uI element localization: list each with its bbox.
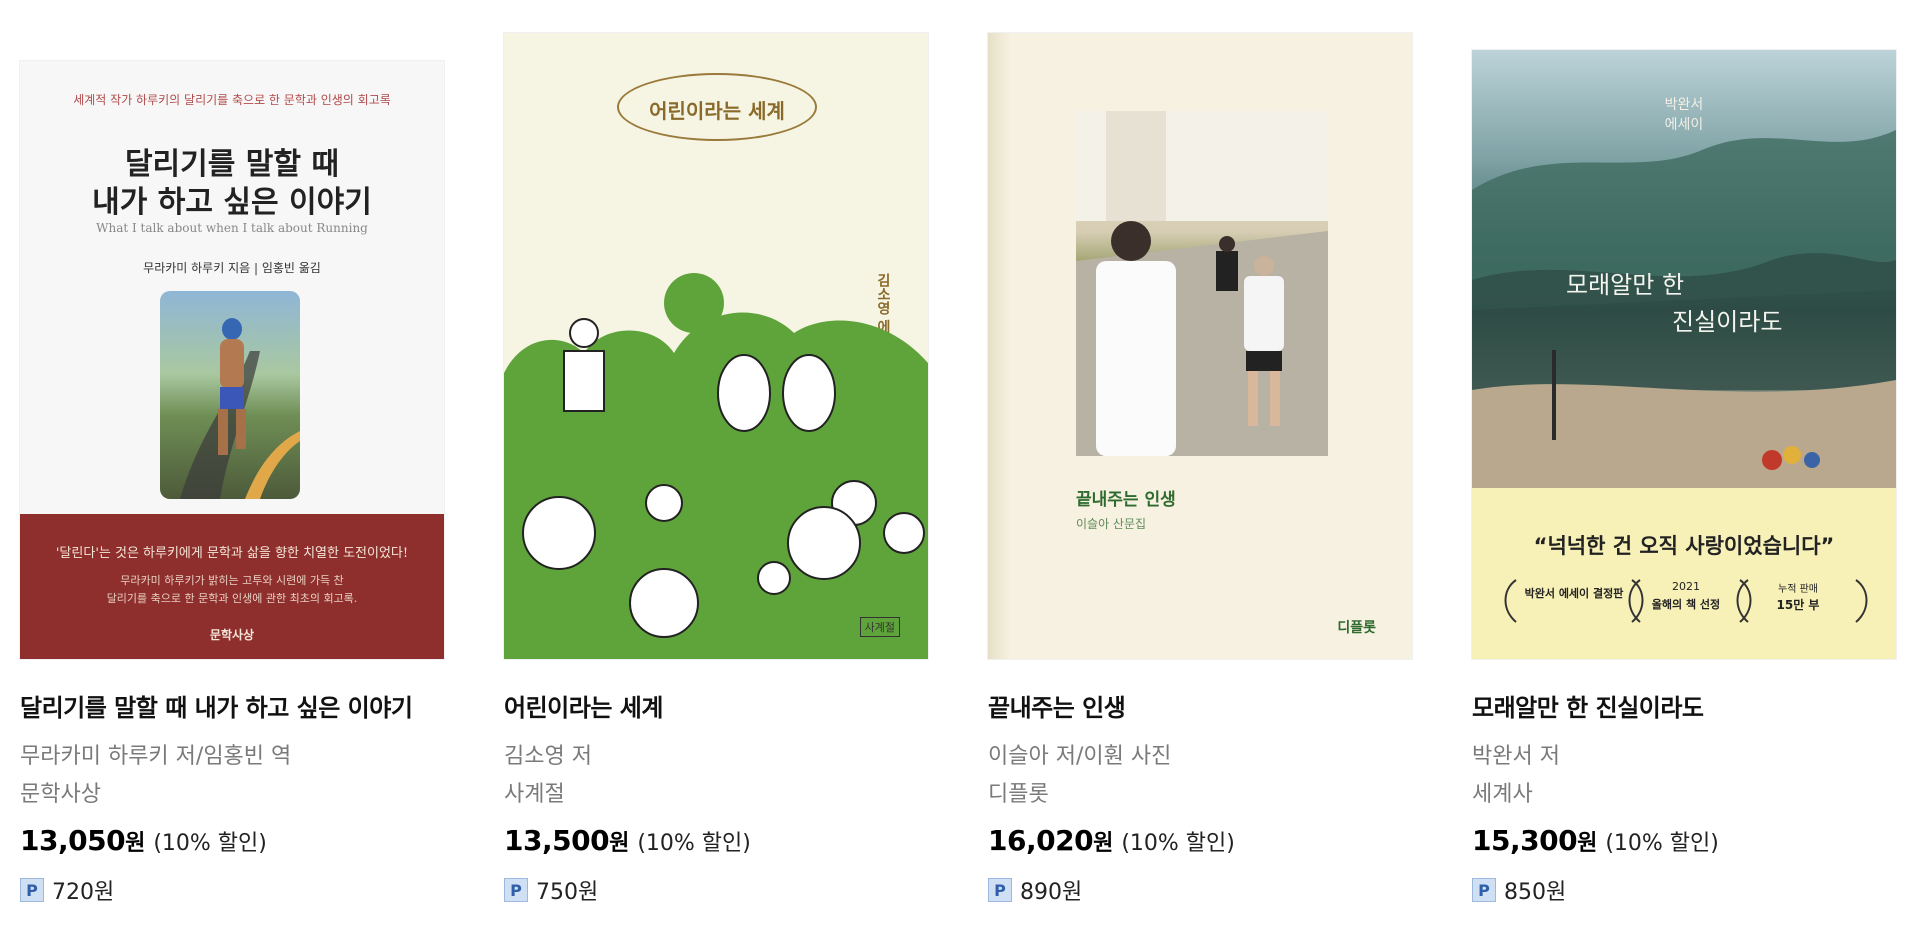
- cover-title: 끝내주는 인생: [1076, 490, 1176, 510]
- runner-photo: [160, 291, 300, 499]
- points-icon: P: [20, 878, 44, 902]
- book-author[interactable]: 무라카미 하루키 저/임홍빈 역: [20, 738, 291, 770]
- price-row: 15,300원 (10% 할인): [1472, 824, 1719, 857]
- book-cover-4[interactable]: 박완서 에세이 모래알만 한 진실이라도 “넉넉한 건 오직 사랑이었습니다” …: [1472, 50, 1896, 659]
- points-amount: 720원: [52, 880, 115, 905]
- cover-title-line2: 내가 하고 싶은 이야기: [92, 185, 372, 220]
- points-amount: 850원: [1504, 880, 1567, 905]
- book-title[interactable]: 어린이라는 세계: [504, 688, 663, 723]
- price-row: 16,020원 (10% 할인): [988, 824, 1235, 857]
- points-icon: P: [988, 878, 1012, 902]
- book-title[interactable]: 끝내주는 인생: [988, 688, 1126, 723]
- points-amount: 750원: [536, 880, 599, 905]
- band-line-1: '달린다'는 것은 하루키에게 문학과 삶을 향한 치열한 도전이었다!: [55, 546, 409, 561]
- book-cover-1[interactable]: 세계적 작가 하루키의 달리기를 축으로 한 문학과 인생의 회고록 달리기를 …: [20, 61, 444, 659]
- book-title[interactable]: 모래알만 한 진실이라도: [1472, 688, 1704, 723]
- discount-rate: (10% 할인): [1605, 831, 1719, 856]
- book-publisher[interactable]: 디플롯: [988, 776, 1049, 808]
- currency-label: 원: [1093, 831, 1114, 856]
- price-row: 13,050원 (10% 할인): [20, 824, 267, 857]
- cover-band: '달린다'는 것은 하루키에게 문학과 삶을 향한 치열한 도전이었다! 무라카…: [20, 514, 444, 659]
- book-publisher[interactable]: 문학사상: [20, 776, 101, 808]
- currency-label: 원: [609, 831, 630, 856]
- cover-title-line2: 진실이라도: [1672, 308, 1783, 336]
- points-row: P 720원: [20, 874, 114, 906]
- points-row: P 750원: [504, 874, 598, 906]
- discount-rate: (10% 할인): [153, 831, 267, 856]
- currency-label: 원: [125, 831, 146, 856]
- sale-price: 13,050: [20, 824, 126, 857]
- sale-price: 16,020: [988, 824, 1094, 857]
- cover-subtitle: 이슬아 산문집: [1076, 517, 1147, 531]
- cover-publisher-logo: 사계절: [859, 617, 900, 637]
- sale-price: 15,300: [1472, 824, 1578, 857]
- book-title[interactable]: 달리기를 말할 때 내가 하고 싶은 이야기: [20, 688, 413, 723]
- cover-tagline: 세계적 작가 하루키의 달리기를 축으로 한 문학과 인생의 회고록: [73, 93, 391, 107]
- points-amount: 890원: [1020, 880, 1083, 905]
- cover-spine-shade: [988, 33, 1010, 659]
- book-card[interactable]: 어린이라는 세계 김소영 에세이 사계절 어린이라는 세계 김소영 저 사계절: [484, 0, 928, 926]
- book-card[interactable]: 끝내주는 인생 이슬아 산문집 디플롯 끝내주는 인생 이슬아 저/이훤 사진 …: [968, 0, 1412, 926]
- points-row: P 890원: [988, 874, 1082, 906]
- band-line-3: 달리기를 축으로 한 문학과 인생에 관한 최초의 회고록.: [106, 592, 358, 605]
- laurel-icons: [1504, 579, 1868, 623]
- book-publisher[interactable]: 사계절: [504, 776, 565, 808]
- discount-rate: (10% 할인): [637, 831, 751, 856]
- discount-rate: (10% 할인): [1121, 831, 1235, 856]
- cover-quote: “넉넉한 건 오직 사랑이었습니다”: [1533, 534, 1835, 558]
- price-row: 13,500원 (10% 할인): [504, 824, 751, 857]
- book-cover-3[interactable]: 끝내주는 인생 이슬아 산문집 디플롯: [988, 33, 1412, 659]
- cover-english-title: What I talk about when I talk about Runn…: [96, 221, 368, 235]
- points-icon: P: [504, 878, 528, 902]
- cover-illustration: [504, 273, 928, 659]
- band-line-2: 무라카미 하루키가 밝히는 고투와 시련에 가득 찬: [120, 574, 344, 587]
- book-grid: 세계적 작가 하루키의 달리기를 축으로 한 문학과 인생의 회고록 달리기를 …: [0, 0, 1910, 926]
- cover-photo: [1076, 111, 1328, 456]
- book-author[interactable]: 김소영 저: [504, 738, 592, 770]
- book-author[interactable]: 박완서 저: [1472, 738, 1560, 770]
- points-icon: P: [1472, 878, 1496, 902]
- cover-publisher-logo: 디플롯: [1337, 620, 1376, 636]
- cover-byline: 무라카미 하루키 지음 | 임홍빈 옮김: [143, 261, 321, 275]
- points-row: P 850원: [1472, 874, 1566, 906]
- currency-label: 원: [1577, 831, 1598, 856]
- band-publisher: 문학사상: [209, 628, 255, 642]
- cover-title-line1: 모래알만 한: [1566, 271, 1685, 299]
- book-publisher[interactable]: 세계사: [1472, 776, 1533, 808]
- book-card[interactable]: 세계적 작가 하루키의 달리기를 축으로 한 문학과 인생의 회고록 달리기를 …: [0, 0, 444, 926]
- book-card[interactable]: 박완서 에세이 모래알만 한 진실이라도 “넉넉한 건 오직 사랑이었습니다” …: [1452, 0, 1896, 926]
- book-cover-2[interactable]: 어린이라는 세계 김소영 에세이 사계절: [504, 33, 928, 659]
- cover-top-label-1: 박완서: [1664, 97, 1704, 113]
- book-author[interactable]: 이슬아 저/이훤 사진: [988, 738, 1171, 770]
- cover-top-label-2: 에세이: [1664, 117, 1704, 133]
- sale-price: 13,500: [504, 824, 610, 857]
